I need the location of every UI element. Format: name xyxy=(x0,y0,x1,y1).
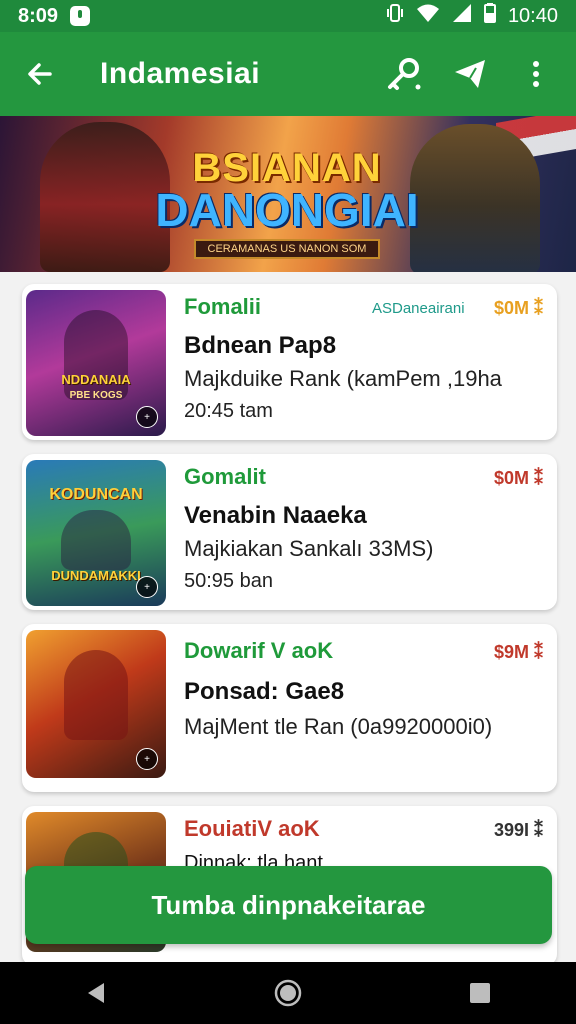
item-description: MajMent tle Ran (0a9920000i0) xyxy=(184,714,493,739)
nav-home-icon[interactable] xyxy=(258,963,318,1023)
item-price: $0M ⁑ xyxy=(493,298,543,318)
item-name: Venabin Naaeka xyxy=(184,502,367,529)
age-rating-icon: + xyxy=(136,576,158,598)
app-bar-actions xyxy=(382,52,558,96)
banner-title: BSIANAN DANONGIAI CERAMANAS US NANON SOM xyxy=(152,146,422,259)
thumb-subtitle: PBE KOGS xyxy=(69,390,123,401)
battery-icon xyxy=(483,3,496,29)
item-name: Bdnean Pap8 xyxy=(184,332,337,359)
banner-ribbon: CERAMANAS US NANON SOM xyxy=(193,239,381,259)
item-price: 399I ⁑ xyxy=(493,820,543,840)
status-bar: 8:09 10:40 xyxy=(0,0,576,32)
item-category: EouiatiV aoK xyxy=(184,816,320,841)
send-icon[interactable] xyxy=(448,52,492,96)
item-category: Gomalit xyxy=(184,464,266,489)
page-title: Indamesiai xyxy=(100,57,261,90)
nav-back-icon[interactable] xyxy=(66,963,126,1023)
vibrate-icon xyxy=(386,3,404,29)
notification-icon xyxy=(70,6,91,26)
status-icons: 10:40 xyxy=(386,3,558,29)
game-thumbnail: + xyxy=(26,630,166,778)
game-thumbnail: KODUNCAN DUNDAMAKKI + xyxy=(26,460,166,606)
system-nav-bar xyxy=(0,962,576,1024)
primary-action-button[interactable]: Tumba dinpnakeitarae xyxy=(25,866,552,944)
item-category: Dowarif V aoK xyxy=(184,638,334,663)
item-name: Ponsad: Gae8 xyxy=(184,678,345,705)
promo-banner[interactable]: BSIANAN DANONGIAI CERAMANAS US NANON SOM xyxy=(0,116,576,272)
item-time: 50:95 ban xyxy=(184,570,273,592)
game-thumbnail: NDDANAIA PBE KOGS + xyxy=(26,290,166,436)
thumb-figure xyxy=(61,510,131,570)
item-description: Majkduike Rank (kamPem ,19ha xyxy=(184,366,502,391)
age-rating-icon: + xyxy=(136,748,158,770)
wifi-icon xyxy=(416,3,440,29)
signal-icon xyxy=(452,3,472,29)
key-icon[interactable] xyxy=(382,52,426,96)
banner-title-line2: DANONGIAI xyxy=(155,184,419,236)
thumb-figure xyxy=(64,650,128,740)
banner-hero-left xyxy=(40,122,170,272)
status-clock: 10:40 xyxy=(507,4,558,27)
back-arrow-icon[interactable] xyxy=(18,52,62,96)
status-time: 8:09 xyxy=(18,4,59,27)
item-category: Fomalii xyxy=(184,294,262,319)
item-price: $0M ⁑ xyxy=(493,468,543,488)
age-rating-icon: + xyxy=(136,406,158,428)
list-item[interactable]: + Dowarif V aoK $9M ⁑ Ponsad: Gae8 MajMe… xyxy=(22,624,557,792)
item-price: $9M ⁑ xyxy=(493,642,543,662)
list-item[interactable]: KODUNCAN DUNDAMAKKI + Gomalit $0M ⁑ Vena… xyxy=(22,454,557,610)
nav-recents-icon[interactable] xyxy=(450,963,510,1023)
thumb-title: NDDANAIA xyxy=(61,372,131,387)
thumb-title-top: KODUNCAN xyxy=(49,486,143,503)
item-tag: ASDaneairani xyxy=(372,300,465,317)
banner-hero-right xyxy=(410,124,540,272)
app-bar: Indamesiai xyxy=(0,32,576,116)
item-time: 20:45 tam xyxy=(184,400,273,422)
item-description: Majkiakan Sankalı 33MS) xyxy=(184,536,434,561)
list-item[interactable]: NDDANAIA PBE KOGS + Fomalii ASDaneairani… xyxy=(22,284,557,440)
more-vert-icon[interactable] xyxy=(514,52,558,96)
